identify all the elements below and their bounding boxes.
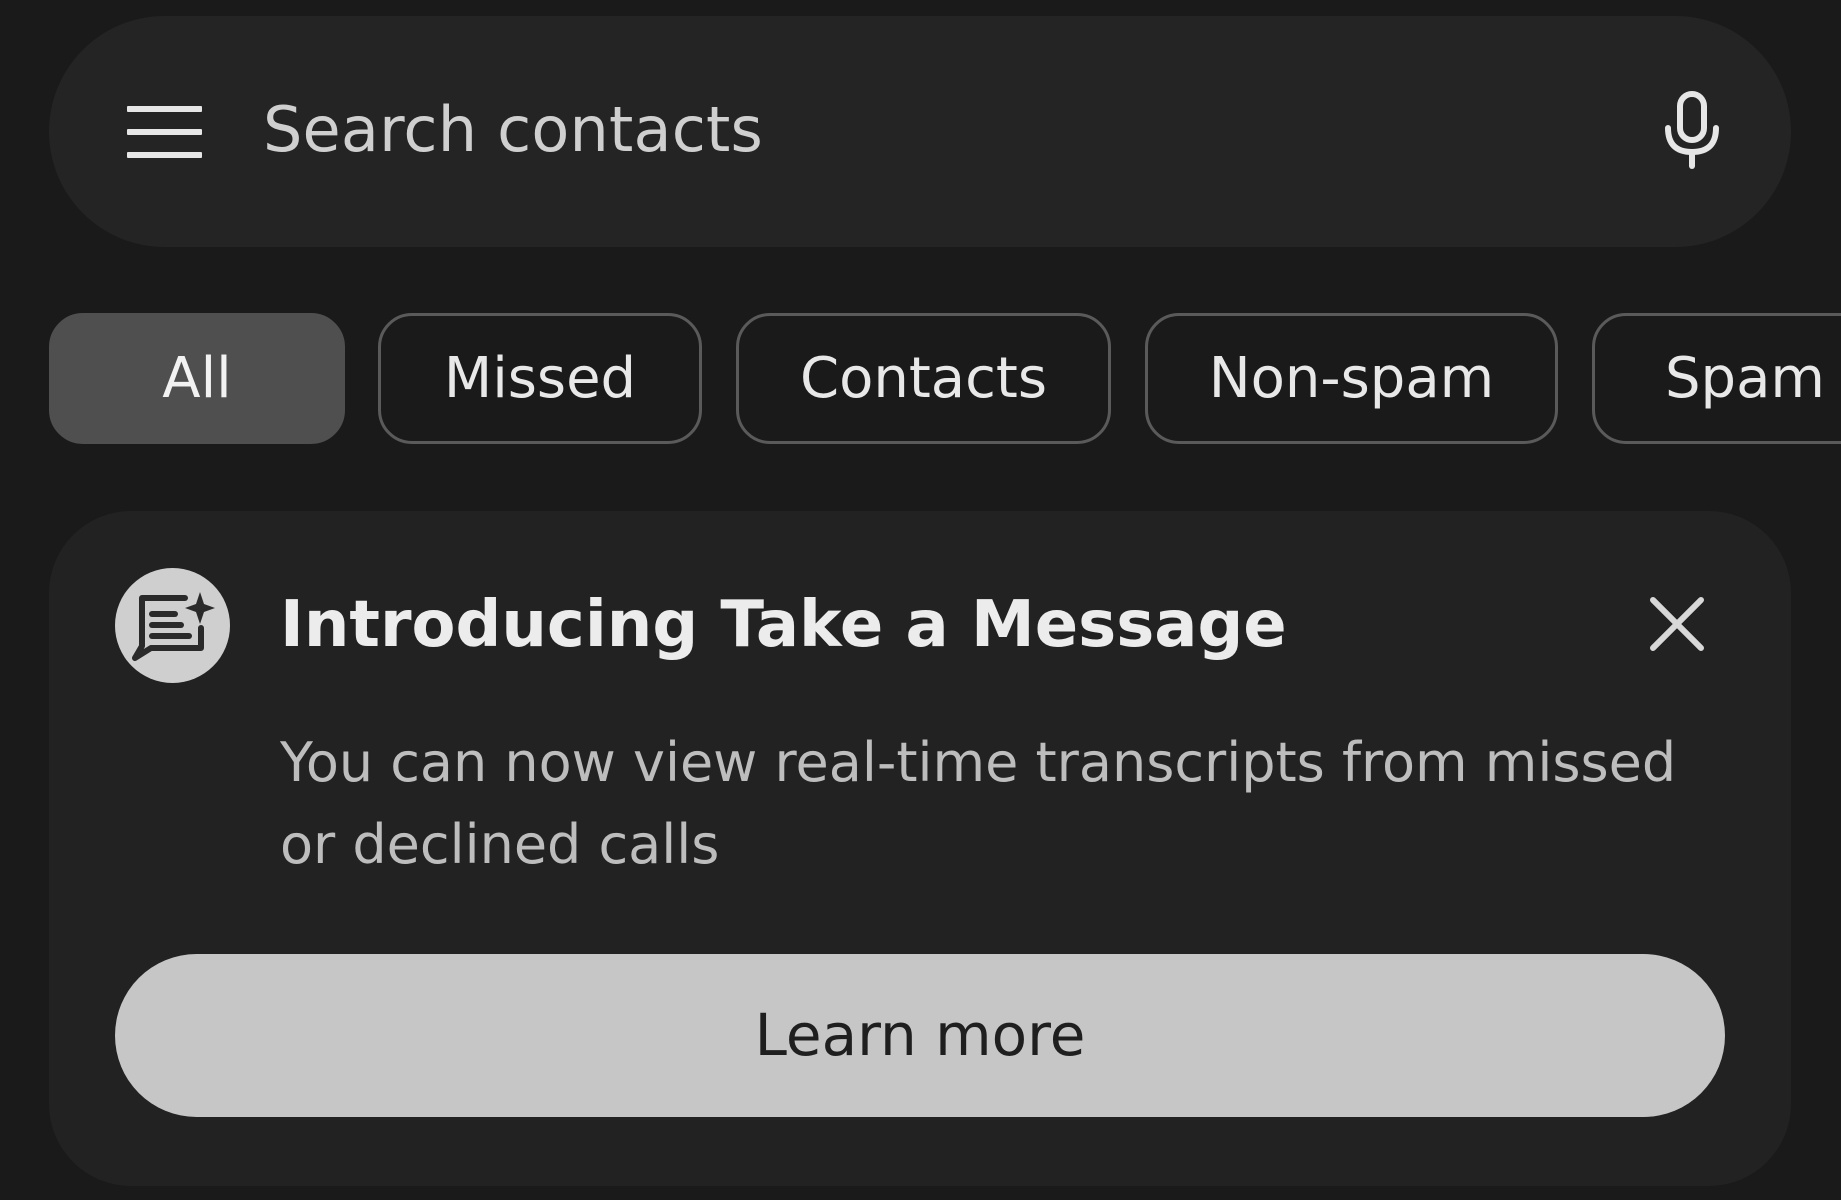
search-input[interactable]: Search contacts [263, 90, 763, 170]
hamburger-menu-icon[interactable] [127, 106, 202, 158]
card-description: You can now view real-time transcripts f… [280, 731, 1677, 876]
microphone-icon[interactable] [1662, 90, 1722, 170]
close-icon[interactable] [1647, 594, 1707, 654]
card-title: Introducing Take a Message [280, 588, 1287, 662]
message-sparkle-icon [115, 568, 230, 683]
chip-missed[interactable]: Missed [378, 313, 702, 444]
filter-chip-row: All Missed Contacts Non-spam Spam [0, 313, 1841, 444]
chip-non-spam[interactable]: Non-spam [1145, 313, 1558, 444]
chip-contacts[interactable]: Contacts [736, 313, 1111, 444]
chip-all[interactable]: All [49, 313, 345, 444]
phone-app-screen: Search contacts All Missed Contacts Non-… [0, 0, 1841, 1200]
learn-more-button[interactable]: Learn more [115, 954, 1725, 1117]
chip-spam[interactable]: Spam [1592, 313, 1841, 444]
